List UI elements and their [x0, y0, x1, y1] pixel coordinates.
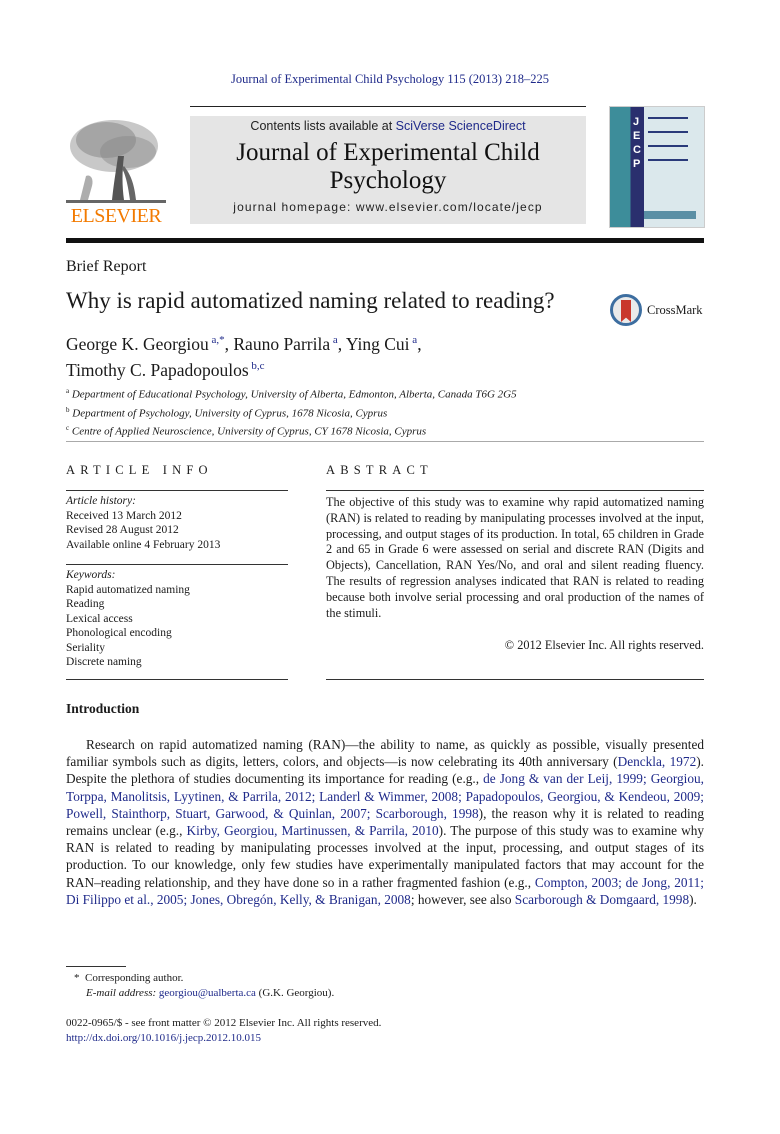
author-name: Rauno Parrila — [233, 333, 331, 354]
affiliation-item: b Department of Psychology, University o… — [66, 405, 388, 420]
cover-letter: P — [633, 158, 641, 170]
article-type: Brief Report — [66, 258, 147, 275]
keyword-item: Lexical access — [66, 612, 133, 625]
author-affiliation-link[interactable]: b,c — [249, 360, 264, 372]
email-note: E-mail address: georgiou@ualberta.ca (G.… — [86, 987, 335, 999]
author-separator: , — [417, 333, 422, 354]
journal-homepage[interactable]: journal homepage: www.elsevier.com/locat… — [190, 200, 586, 214]
author-affiliation-link[interactable]: a,* — [209, 334, 224, 346]
keyword-item: Phonological encoding — [66, 627, 172, 639]
journal-reference-link[interactable]: Journal of Experimental Child Psychology… — [0, 72, 780, 87]
affiliations-rule — [66, 441, 704, 442]
author-name: Ying Cui — [345, 333, 410, 354]
article-info-rule — [66, 564, 288, 565]
article-history: Article history: Received 13 March 2012 … — [66, 494, 220, 552]
cover-footer-band — [644, 211, 696, 219]
doi-link[interactable]: http://dx.doi.org/10.1016/j.jecp.2012.10… — [66, 1031, 381, 1046]
body-text: Research on rapid automatized naming (RA… — [66, 737, 704, 770]
elsevier-tree-icon — [66, 116, 166, 204]
author-name: Timothy C. Papadopoulos — [66, 359, 249, 380]
footnote-rule — [66, 966, 126, 967]
introduction-paragraph: Research on rapid automatized naming (RA… — [66, 736, 704, 908]
citation-link[interactable]: Denckla, 1972 — [618, 754, 697, 769]
elsevier-wordmark: ELSEVIER — [70, 205, 162, 227]
cover-letter: E — [633, 130, 641, 142]
keywords-label: Keywords: — [66, 569, 116, 581]
body-text: ). — [689, 891, 697, 907]
history-item: Revised 28 August 2012 — [66, 524, 179, 536]
cover-letter: C — [633, 144, 641, 156]
contents-prefix: Contents lists available at — [250, 119, 396, 133]
elsevier-logo[interactable]: ELSEVIER — [66, 116, 166, 228]
author-separator: , — [337, 333, 346, 354]
author-affiliation-link[interactable]: a — [330, 334, 338, 346]
affiliation-item: a Department of Educational Psychology, … — [66, 387, 517, 401]
history-item: Received 13 March 2012 — [66, 509, 182, 522]
keyword-item: Reading — [66, 598, 105, 610]
abstract-rule — [326, 679, 704, 680]
journal-cover-image[interactable]: J E C P — [609, 106, 705, 228]
article-info-rule — [66, 490, 288, 491]
footnotes: * Corresponding author. E-mail address: … — [74, 971, 334, 1001]
email-link[interactable]: georgiou@ualberta.ca — [159, 987, 256, 999]
introduction-heading: Introduction — [66, 701, 140, 716]
body-text: ; however, see also — [410, 891, 515, 907]
affiliation-item: c Centre of Applied Neuroscience, Univer… — [66, 424, 427, 438]
journal-name: Journal of Experimental Child Psychology — [236, 139, 540, 194]
front-matter-text: 0022-0965/$ - see front matter © 2012 El… — [66, 1017, 382, 1029]
keyword-item: Discrete naming — [66, 656, 142, 668]
crossmark-button[interactable]: CrossMark — [610, 294, 706, 328]
keywords: Keywords: Rapid automatized naming Readi… — [66, 568, 190, 670]
crossmark-label: CrossMark — [647, 303, 703, 317]
keyword-item: Seriality — [66, 641, 105, 654]
history-item: Available online 4 February 2013 — [66, 538, 221, 551]
masthead-thick-rule — [66, 238, 704, 243]
author-name: George K. Georgiou — [66, 333, 209, 354]
journal-masthead: Contents lists available at SciVerse Sci… — [190, 116, 586, 224]
abstract-heading: ABSTRACT — [326, 463, 433, 477]
author-list: George K. Georgiou a,*, Rauno Parrila a,… — [66, 329, 422, 381]
abstract-text: The objective of this study was to exami… — [326, 495, 704, 620]
abstract-rule — [326, 490, 704, 491]
citation-link[interactable]: Scarborough & Domgaard, 1998 — [515, 892, 689, 907]
contents-line: Contents lists available at SciVerse Sci… — [190, 119, 586, 133]
corresponding-author-note: * Corresponding author. — [74, 972, 184, 984]
sciencedirect-link[interactable]: SciVerse ScienceDirect — [396, 119, 526, 133]
citation-link[interactable]: Kirby, Georgiou, Martinussen, & Parrila,… — [187, 823, 439, 838]
affiliations: a Department of Educational Psychology, … — [66, 384, 517, 440]
cover-letter: J — [633, 116, 640, 128]
abstract-copyright: © 2012 Elsevier Inc. All rights reserved… — [504, 638, 704, 652]
article-info-rule — [66, 679, 288, 680]
crossmark-icon — [610, 294, 642, 326]
article-info-heading: ARTICLE INFO — [66, 463, 213, 477]
cover-letters: J E C P — [633, 115, 641, 171]
cover-text-lines — [648, 117, 698, 173]
article-title: Why is rapid automatized naming related … — [66, 288, 555, 313]
keyword-item: Rapid automatized naming — [66, 583, 190, 596]
header-rule — [190, 106, 586, 107]
history-label: Article history: — [66, 495, 136, 507]
front-matter: 0022-0965/$ - see front matter © 2012 El… — [66, 1016, 381, 1046]
